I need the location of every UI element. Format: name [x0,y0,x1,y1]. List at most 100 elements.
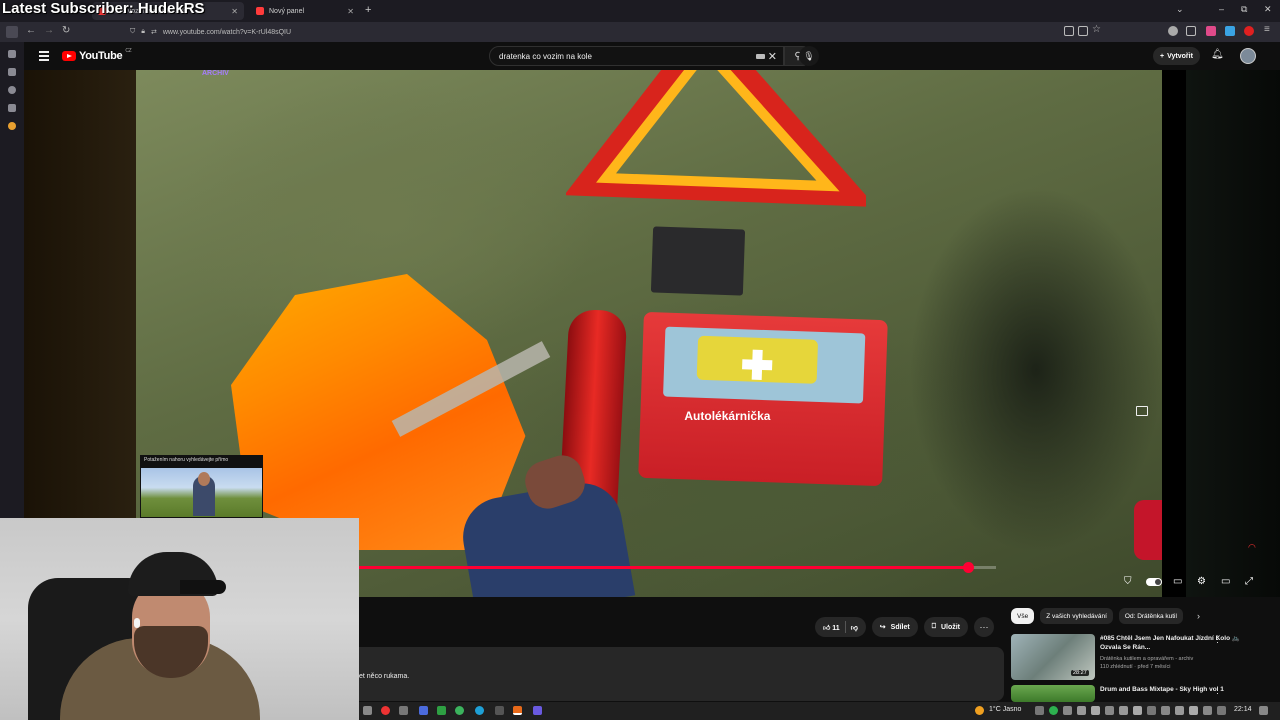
bookmark-star-icon[interactable]: ☆ [1092,24,1101,35]
shield-icon[interactable]: ⛉ [130,28,135,36]
account-icon[interactable] [1168,26,1178,36]
theater-mode-icon[interactable]: ▭ [1221,576,1230,587]
new-tab-plus-icon[interactable]: + [365,4,371,16]
reader-view-icon[interactable] [1064,26,1074,36]
tray-icon[interactable] [1063,706,1072,715]
tray-icon[interactable] [1035,706,1044,715]
mini-player[interactable]: Potažením nahoru vyhledávejte přímo [140,455,263,518]
mini-player-thumbnail[interactable] [141,468,262,517]
taskbar-app-icon[interactable] [399,706,408,715]
recommendation-item[interactable]: 28:27 #085 Chtěl Jsem Jen Nafoukat Jízdn… [1011,634,1271,680]
pocket-icon[interactable] [8,68,16,76]
extension-side-icon[interactable] [8,122,16,130]
taskbar-app-icon[interactable] [533,706,542,715]
close-tab-icon[interactable]: ✕ [347,7,354,16]
tray-icon[interactable] [1091,706,1100,715]
taskbar-app-icon[interactable] [455,706,464,715]
like-button[interactable]: 👍︎ 11 [823,623,840,632]
minimize-window-icon[interactable]: – [1219,4,1224,14]
create-button[interactable]: + Vytvořit [1153,47,1200,65]
chips-next-chevron-icon[interactable]: › [1197,611,1200,621]
sponsorblock-shield-icon[interactable]: ⛉ [1124,576,1132,587]
fullscreen-icon[interactable]: ⤢ [1245,576,1253,587]
extension-a-icon[interactable] [1206,26,1216,36]
ai-chat-icon[interactable] [8,50,16,58]
keyboard-icon[interactable] [756,54,765,59]
close-tab-icon[interactable]: ✕ [231,7,238,16]
black-case [650,226,746,296]
notifications-bell-icon[interactable]: 🔔︎ [1211,49,1224,60]
notifications-icon[interactable] [1259,706,1268,715]
tray-icon[interactable] [1161,706,1170,715]
dislike-button[interactable]: 👎︎ [851,623,858,632]
tab-list-chevron-icon[interactable]: ⌄ [1176,4,1184,15]
close-window-icon[interactable]: ✕ [1264,4,1272,15]
recommendation-thumbnail[interactable] [1011,685,1095,702]
search-input[interactable]: dratenka co vozim na kole ✕ [489,46,784,66]
tray-icon[interactable] [1105,706,1114,715]
extensions-icon[interactable] [1186,26,1196,36]
reload-icon[interactable]: ↻ [62,25,70,36]
screenshot-icon[interactable] [1078,26,1088,36]
tray-whatsapp-icon[interactable] [1049,706,1058,715]
lock-icon[interactable]: 🔒︎ [141,28,145,36]
tray-icon[interactable] [1147,706,1156,715]
taskbar-app-icon[interactable] [495,706,504,715]
taskbar-brave-icon[interactable] [381,706,390,715]
address-bar[interactable]: ⛉ 🔒︎ ⇄ www.youtube.com/watch?v=K-rUl48sQ… [130,25,1050,39]
webcam-overlay [0,518,359,720]
tray-icon[interactable] [1189,706,1198,715]
taskbar-app-icon[interactable] [419,706,428,715]
item-menu-icon[interactable]: ⋮ [1213,634,1222,645]
taskbar-app-icon[interactable] [363,706,372,715]
sidebar-toggle-icon[interactable] [6,26,18,38]
clock-time[interactable]: 22:14 [1234,706,1252,713]
tray-icon[interactable] [1119,706,1128,715]
tray-icon[interactable] [1133,706,1142,715]
extension-b-icon[interactable] [1225,26,1235,36]
recommendation-channel[interactable]: Drátěnka kutilem a opravářem - archiv [1100,655,1260,663]
settings-gear-icon[interactable]: ⚙ [1197,576,1206,587]
history-icon[interactable] [8,86,16,94]
recommendation-title[interactable]: Drum and Bass Mixtape - Sky High vol 1 [1100,685,1250,694]
taskbar-active-app-icon[interactable] [513,706,522,715]
autoplay-toggle[interactable] [1146,578,1162,586]
tray-icon[interactable] [1175,706,1184,715]
chip-from-searches[interactable]: Z vašich vyhledávání [1040,608,1113,624]
search-query[interactable]: dratenka co vozim na kole [499,52,592,61]
restore-window-icon[interactable]: ⧉ [1241,4,1247,15]
save-button[interactable]: ⎕ Uložit [923,617,968,637]
cast-icon[interactable] [1136,406,1148,416]
avatar[interactable] [1240,48,1256,64]
browser-tab-new[interactable]: Nový panel ✕ [250,2,360,20]
extension-c-icon[interactable] [1244,26,1254,36]
permissions-icon[interactable]: ⇄ [151,28,157,36]
tray-icon[interactable] [1077,706,1086,715]
youtube-logo[interactable]: YouTube CZ [62,48,132,62]
url-text[interactable]: www.youtube.com/watch?v=K-rUl48sQIU [163,29,291,36]
clear-search-icon[interactable]: ✕ [768,50,777,63]
description-text: et něco rukama. [359,673,410,680]
voice-search-button[interactable]: 🎙︎ [799,46,819,66]
chip-all[interactable]: Vše [1011,608,1035,624]
description-box[interactable]: et něco rukama. [359,647,1004,701]
recommendation-chips: Vše Z vašich vyhledávání Od: Drátěnka ku… [1011,608,1183,624]
menu-hamburger-icon[interactable]: ≡ [1264,24,1270,35]
recommendation-title[interactable]: #085 Chtěl Jsem Jen Nafoukat Jízdní Kolo… [1100,634,1250,652]
weather-icon[interactable] [975,706,984,715]
guide-menu-icon[interactable] [39,51,49,63]
forward-arrow-icon[interactable]: → [44,25,54,36]
subtitles-icon[interactable]: ▭ [1173,576,1182,587]
tray-icon[interactable] [1217,706,1226,715]
country-code: CZ [125,48,132,54]
back-arrow-icon[interactable]: ← [26,25,36,36]
taskbar-app-icon[interactable] [475,706,484,715]
weather-text[interactable]: 1°C Jasno [989,706,1021,713]
bookmarks-icon[interactable] [8,104,16,112]
more-actions-button[interactable]: ⋯ [974,617,994,637]
chip-from-channel[interactable]: Od: Drátěnka kutil [1118,608,1183,624]
taskbar-app-icon[interactable] [437,706,446,715]
item-menu-icon[interactable]: ⋮ [1213,685,1222,696]
share-button[interactable]: ↪ Sdílet [871,617,918,637]
tray-icon[interactable] [1203,706,1212,715]
